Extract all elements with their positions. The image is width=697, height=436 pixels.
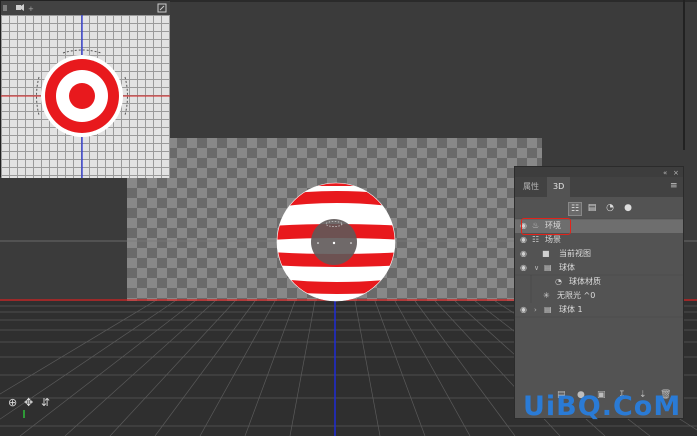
light-gizmo-center [332, 241, 336, 245]
secondary-view-target [1, 15, 170, 178]
watermark-logo: UiBQ.CoM [523, 391, 682, 422]
row-separators [515, 218, 683, 318]
dolly-icon[interactable]: ⇵ [41, 396, 50, 409]
secondary-view-titlebar[interactable]: + [1, 1, 170, 15]
secondary-view-window[interactable]: + [0, 0, 170, 178]
3d-panel[interactable]: « × 属性 3D ≡ ☷ ▤ ◔ ● ◉ ♨ 环境 ◉ ☷ 场景 ◉ ■ 当前… [514, 166, 684, 419]
svg-text:+: + [28, 5, 34, 13]
axis-gizmo [23, 410, 25, 418]
camera-icon [16, 5, 21, 10]
highlight-annotation-box [521, 218, 571, 235]
secondary-view-controls: + [3, 3, 167, 13]
orbit-icon[interactable]: ⊕ [8, 396, 17, 409]
